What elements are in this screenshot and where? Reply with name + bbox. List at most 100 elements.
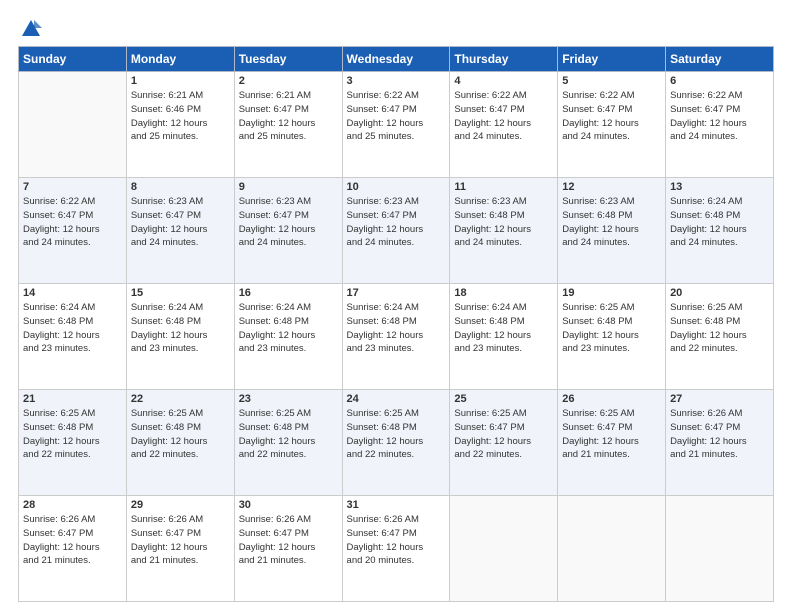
- day-detail: Sunrise: 6:23 AM Sunset: 6:47 PM Dayligh…: [131, 195, 230, 250]
- day-detail: Sunrise: 6:23 AM Sunset: 6:47 PM Dayligh…: [239, 195, 338, 250]
- day-number: 3: [347, 75, 446, 87]
- day-detail: Sunrise: 6:25 AM Sunset: 6:48 PM Dayligh…: [347, 407, 446, 462]
- weekday-wednesday: Wednesday: [342, 47, 450, 72]
- day-number: 21: [23, 393, 122, 405]
- calendar-cell: 10 Sunrise: 6:23 AM Sunset: 6:47 PM Dayli…: [342, 178, 450, 284]
- day-detail: Sunrise: 6:24 AM Sunset: 6:48 PM Dayligh…: [131, 301, 230, 356]
- day-detail: Sunrise: 6:24 AM Sunset: 6:48 PM Dayligh…: [670, 195, 769, 250]
- calendar-cell: [19, 72, 127, 178]
- calendar-week-row: 7 Sunrise: 6:22 AM Sunset: 6:47 PM Daylig…: [19, 178, 774, 284]
- calendar-table: SundayMondayTuesdayWednesdayThursdayFrid…: [18, 46, 774, 602]
- weekday-header-row: SundayMondayTuesdayWednesdayThursdayFrid…: [19, 47, 774, 72]
- day-number: 6: [670, 75, 769, 87]
- day-number: 8: [131, 181, 230, 193]
- day-number: 11: [454, 181, 553, 193]
- day-detail: Sunrise: 6:22 AM Sunset: 6:47 PM Dayligh…: [562, 89, 661, 144]
- calendar-cell: 4 Sunrise: 6:22 AM Sunset: 6:47 PM Daylig…: [450, 72, 558, 178]
- day-detail: Sunrise: 6:25 AM Sunset: 6:48 PM Dayligh…: [23, 407, 122, 462]
- calendar-cell: 11Sunrise: 6:23 AM Sunset: 6:48 PM Dayli…: [450, 178, 558, 284]
- calendar-cell: 21 Sunrise: 6:25 AM Sunset: 6:48 PM Dayli…: [19, 390, 127, 496]
- day-detail: Sunrise: 6:22 AM Sunset: 6:47 PM Dayligh…: [454, 89, 553, 144]
- day-detail: Sunrise: 6:25 AM Sunset: 6:48 PM Dayligh…: [239, 407, 338, 462]
- calendar-cell: 14 Sunrise: 6:24 AM Sunset: 6:48 PM Dayli…: [19, 284, 127, 390]
- calendar-cell: 29 Sunrise: 6:26 AM Sunset: 6:47 PM Dayli…: [126, 496, 234, 602]
- calendar-cell: [666, 496, 774, 602]
- logo-icon: [20, 18, 42, 40]
- weekday-monday: Monday: [126, 47, 234, 72]
- day-detail: Sunrise: 6:22 AM Sunset: 6:47 PM Dayligh…: [23, 195, 122, 250]
- calendar-cell: 19 Sunrise: 6:25 AM Sunset: 6:48 PM Dayli…: [558, 284, 666, 390]
- logo: [18, 18, 42, 36]
- day-detail: Sunrise: 6:25 AM Sunset: 6:48 PM Dayligh…: [562, 301, 661, 356]
- weekday-sunday: Sunday: [19, 47, 127, 72]
- calendar-cell: 23 Sunrise: 6:25 AM Sunset: 6:48 PM Dayli…: [234, 390, 342, 496]
- calendar-cell: 30Sunrise: 6:26 AM Sunset: 6:47 PM Dayli…: [234, 496, 342, 602]
- day-number: 7: [23, 181, 122, 193]
- day-detail: Sunrise: 6:25 AM Sunset: 6:48 PM Dayligh…: [131, 407, 230, 462]
- calendar-cell: 24 Sunrise: 6:25 AM Sunset: 6:48 PM Dayli…: [342, 390, 450, 496]
- header: [18, 18, 774, 36]
- day-number: 18: [454, 287, 553, 299]
- day-number: 16: [239, 287, 338, 299]
- day-number: 27: [670, 393, 769, 405]
- day-number: 22: [131, 393, 230, 405]
- calendar-cell: [450, 496, 558, 602]
- day-number: 2: [239, 75, 338, 87]
- calendar-week-row: 21 Sunrise: 6:25 AM Sunset: 6:48 PM Dayli…: [19, 390, 774, 496]
- day-number: 12: [562, 181, 661, 193]
- calendar-cell: 6 Sunrise: 6:22 AM Sunset: 6:47 PM Daylig…: [666, 72, 774, 178]
- day-detail: Sunrise: 6:24 AM Sunset: 6:48 PM Dayligh…: [239, 301, 338, 356]
- calendar-cell: 16 Sunrise: 6:24 AM Sunset: 6:48 PM Dayli…: [234, 284, 342, 390]
- weekday-thursday: Thursday: [450, 47, 558, 72]
- day-number: 19: [562, 287, 661, 299]
- day-detail: Sunrise: 6:25 AM Sunset: 6:48 PM Dayligh…: [670, 301, 769, 356]
- day-detail: Sunrise: 6:24 AM Sunset: 6:48 PM Dayligh…: [23, 301, 122, 356]
- calendar-week-row: 28 Sunrise: 6:26 AM Sunset: 6:47 PM Dayli…: [19, 496, 774, 602]
- day-number: 13: [670, 181, 769, 193]
- day-detail: Sunrise: 6:21 AM Sunset: 6:47 PM Dayligh…: [239, 89, 338, 144]
- day-number: 14: [23, 287, 122, 299]
- day-number: 5: [562, 75, 661, 87]
- calendar-cell: 2 Sunrise: 6:21 AM Sunset: 6:47 PM Daylig…: [234, 72, 342, 178]
- day-number: 15: [131, 287, 230, 299]
- day-detail: Sunrise: 6:23 AM Sunset: 6:47 PM Dayligh…: [347, 195, 446, 250]
- weekday-saturday: Saturday: [666, 47, 774, 72]
- day-number: 24: [347, 393, 446, 405]
- calendar-cell: 9 Sunrise: 6:23 AM Sunset: 6:47 PM Daylig…: [234, 178, 342, 284]
- day-detail: Sunrise: 6:26 AM Sunset: 6:47 PM Dayligh…: [347, 513, 446, 568]
- day-number: 29: [131, 499, 230, 511]
- calendar-week-row: 1 Sunrise: 6:21 AM Sunset: 6:46 PM Daylig…: [19, 72, 774, 178]
- calendar-cell: [558, 496, 666, 602]
- day-detail: Sunrise: 6:26 AM Sunset: 6:47 PM Dayligh…: [23, 513, 122, 568]
- day-detail: Sunrise: 6:23 AM Sunset: 6:48 PM Dayligh…: [562, 195, 661, 250]
- day-number: 23: [239, 393, 338, 405]
- day-number: 9: [239, 181, 338, 193]
- calendar-cell: 8 Sunrise: 6:23 AM Sunset: 6:47 PM Daylig…: [126, 178, 234, 284]
- calendar-cell: 13 Sunrise: 6:24 AM Sunset: 6:48 PM Dayli…: [666, 178, 774, 284]
- day-detail: Sunrise: 6:26 AM Sunset: 6:47 PM Dayligh…: [670, 407, 769, 462]
- day-detail: Sunrise: 6:25 AM Sunset: 6:47 PM Dayligh…: [454, 407, 553, 462]
- day-number: 4: [454, 75, 553, 87]
- weekday-tuesday: Tuesday: [234, 47, 342, 72]
- calendar-cell: 3Sunrise: 6:22 AM Sunset: 6:47 PM Daylig…: [342, 72, 450, 178]
- day-number: 10: [347, 181, 446, 193]
- day-detail: Sunrise: 6:22 AM Sunset: 6:47 PM Dayligh…: [670, 89, 769, 144]
- calendar-cell: 18 Sunrise: 6:24 AM Sunset: 6:48 PM Dayli…: [450, 284, 558, 390]
- day-number: 25: [454, 393, 553, 405]
- day-number: 28: [23, 499, 122, 511]
- calendar-cell: 5 Sunrise: 6:22 AM Sunset: 6:47 PM Daylig…: [558, 72, 666, 178]
- calendar-cell: 17Sunrise: 6:24 AM Sunset: 6:48 PM Dayli…: [342, 284, 450, 390]
- day-detail: Sunrise: 6:21 AM Sunset: 6:46 PM Dayligh…: [131, 89, 230, 144]
- page: SundayMondayTuesdayWednesdayThursdayFrid…: [0, 0, 792, 612]
- calendar-cell: 26Sunrise: 6:25 AM Sunset: 6:47 PM Dayli…: [558, 390, 666, 496]
- calendar-cell: 15 Sunrise: 6:24 AM Sunset: 6:48 PM Dayli…: [126, 284, 234, 390]
- day-number: 31: [347, 499, 446, 511]
- calendar-cell: 27 Sunrise: 6:26 AM Sunset: 6:47 PM Dayli…: [666, 390, 774, 496]
- calendar-cell: 7 Sunrise: 6:22 AM Sunset: 6:47 PM Daylig…: [19, 178, 127, 284]
- day-number: 26: [562, 393, 661, 405]
- day-number: 20: [670, 287, 769, 299]
- day-detail: Sunrise: 6:24 AM Sunset: 6:48 PM Dayligh…: [454, 301, 553, 356]
- day-detail: Sunrise: 6:26 AM Sunset: 6:47 PM Dayligh…: [131, 513, 230, 568]
- day-number: 1: [131, 75, 230, 87]
- weekday-friday: Friday: [558, 47, 666, 72]
